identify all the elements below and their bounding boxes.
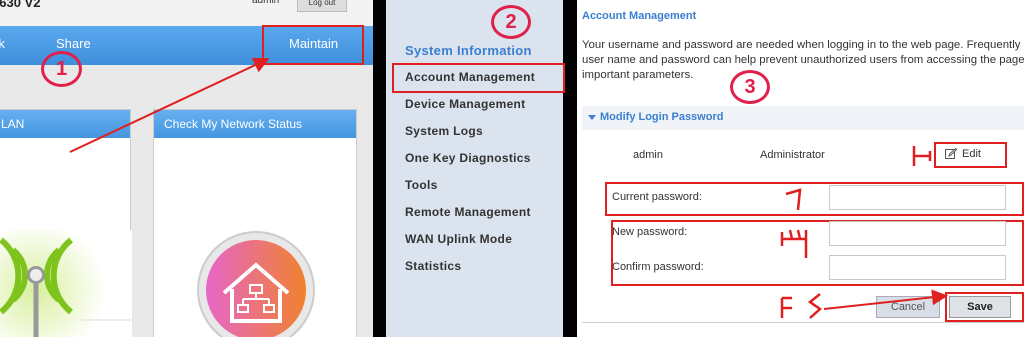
menu-item-tools[interactable]: Tools xyxy=(405,178,438,192)
current-password-field[interactable] xyxy=(829,185,1006,210)
menu-item-statistics[interactable]: Statistics xyxy=(405,259,461,273)
menu-item-wan-uplink-mode[interactable]: WAN Uplink Mode xyxy=(405,232,512,246)
wifi-icon xyxy=(0,230,132,337)
step-marker-2: 2 xyxy=(491,5,531,39)
menu-item-remote-management[interactable]: Remote Management xyxy=(405,205,531,219)
logout-button[interactable]: Log out xyxy=(297,0,347,12)
router-home-panel: 5630 V2 admin Log out rk Share Maintain … xyxy=(0,0,373,337)
edit-button[interactable]: Edit xyxy=(962,148,981,160)
menu-item-one-key-diagnostics[interactable]: One Key Diagnostics xyxy=(405,151,531,165)
menu-item-system-logs[interactable]: System Logs xyxy=(405,124,483,138)
card-wlan[interactable]: LAN xyxy=(0,109,132,337)
menu-item-device-management[interactable]: Device Management xyxy=(405,97,525,111)
description-line: user name and password can help prevent … xyxy=(582,54,1024,66)
cancel-button[interactable]: Cancel xyxy=(876,296,940,318)
network-house-icon xyxy=(197,231,315,337)
step-marker-1: 1 xyxy=(41,51,82,87)
save-button[interactable]: Save xyxy=(949,296,1011,318)
nav-item-network[interactable]: rk xyxy=(0,36,5,51)
section-title[interactable]: Modify Login Password xyxy=(600,111,723,123)
account-role: Administrator xyxy=(760,149,825,161)
menu-item-system-information[interactable]: System Information xyxy=(405,43,532,58)
page-description: Your username and password are needed wh… xyxy=(582,38,1024,83)
current-user: admin xyxy=(252,0,280,6)
card-wlan-title: LAN xyxy=(0,110,130,138)
edit-icon[interactable] xyxy=(945,148,957,160)
divider xyxy=(582,322,1024,323)
nav-item-share[interactable]: Share xyxy=(56,36,91,51)
page-title: Account Management xyxy=(582,10,697,22)
new-password-label: New password: xyxy=(612,226,688,238)
step-marker-3: 3 xyxy=(730,70,770,104)
account-username: admin xyxy=(633,149,663,161)
card-network-status[interactable]: Check My Network Status xyxy=(153,109,357,337)
highlight-box-maintain xyxy=(262,25,364,65)
description-line: important parameters. xyxy=(582,69,694,81)
card-network-status-title: Check My Network Status xyxy=(154,110,356,138)
collapse-triangle-icon[interactable] xyxy=(588,115,596,120)
confirm-password-field[interactable] xyxy=(829,255,1006,280)
confirm-password-label: Confirm password: xyxy=(612,261,704,273)
menu-item-account-management[interactable]: Account Management xyxy=(405,70,535,84)
description-line: Your username and password are needed wh… xyxy=(582,39,1024,51)
new-password-field[interactable] xyxy=(829,221,1006,246)
router-model: 5630 V2 xyxy=(0,0,41,10)
current-password-label: Current password: xyxy=(612,191,702,203)
